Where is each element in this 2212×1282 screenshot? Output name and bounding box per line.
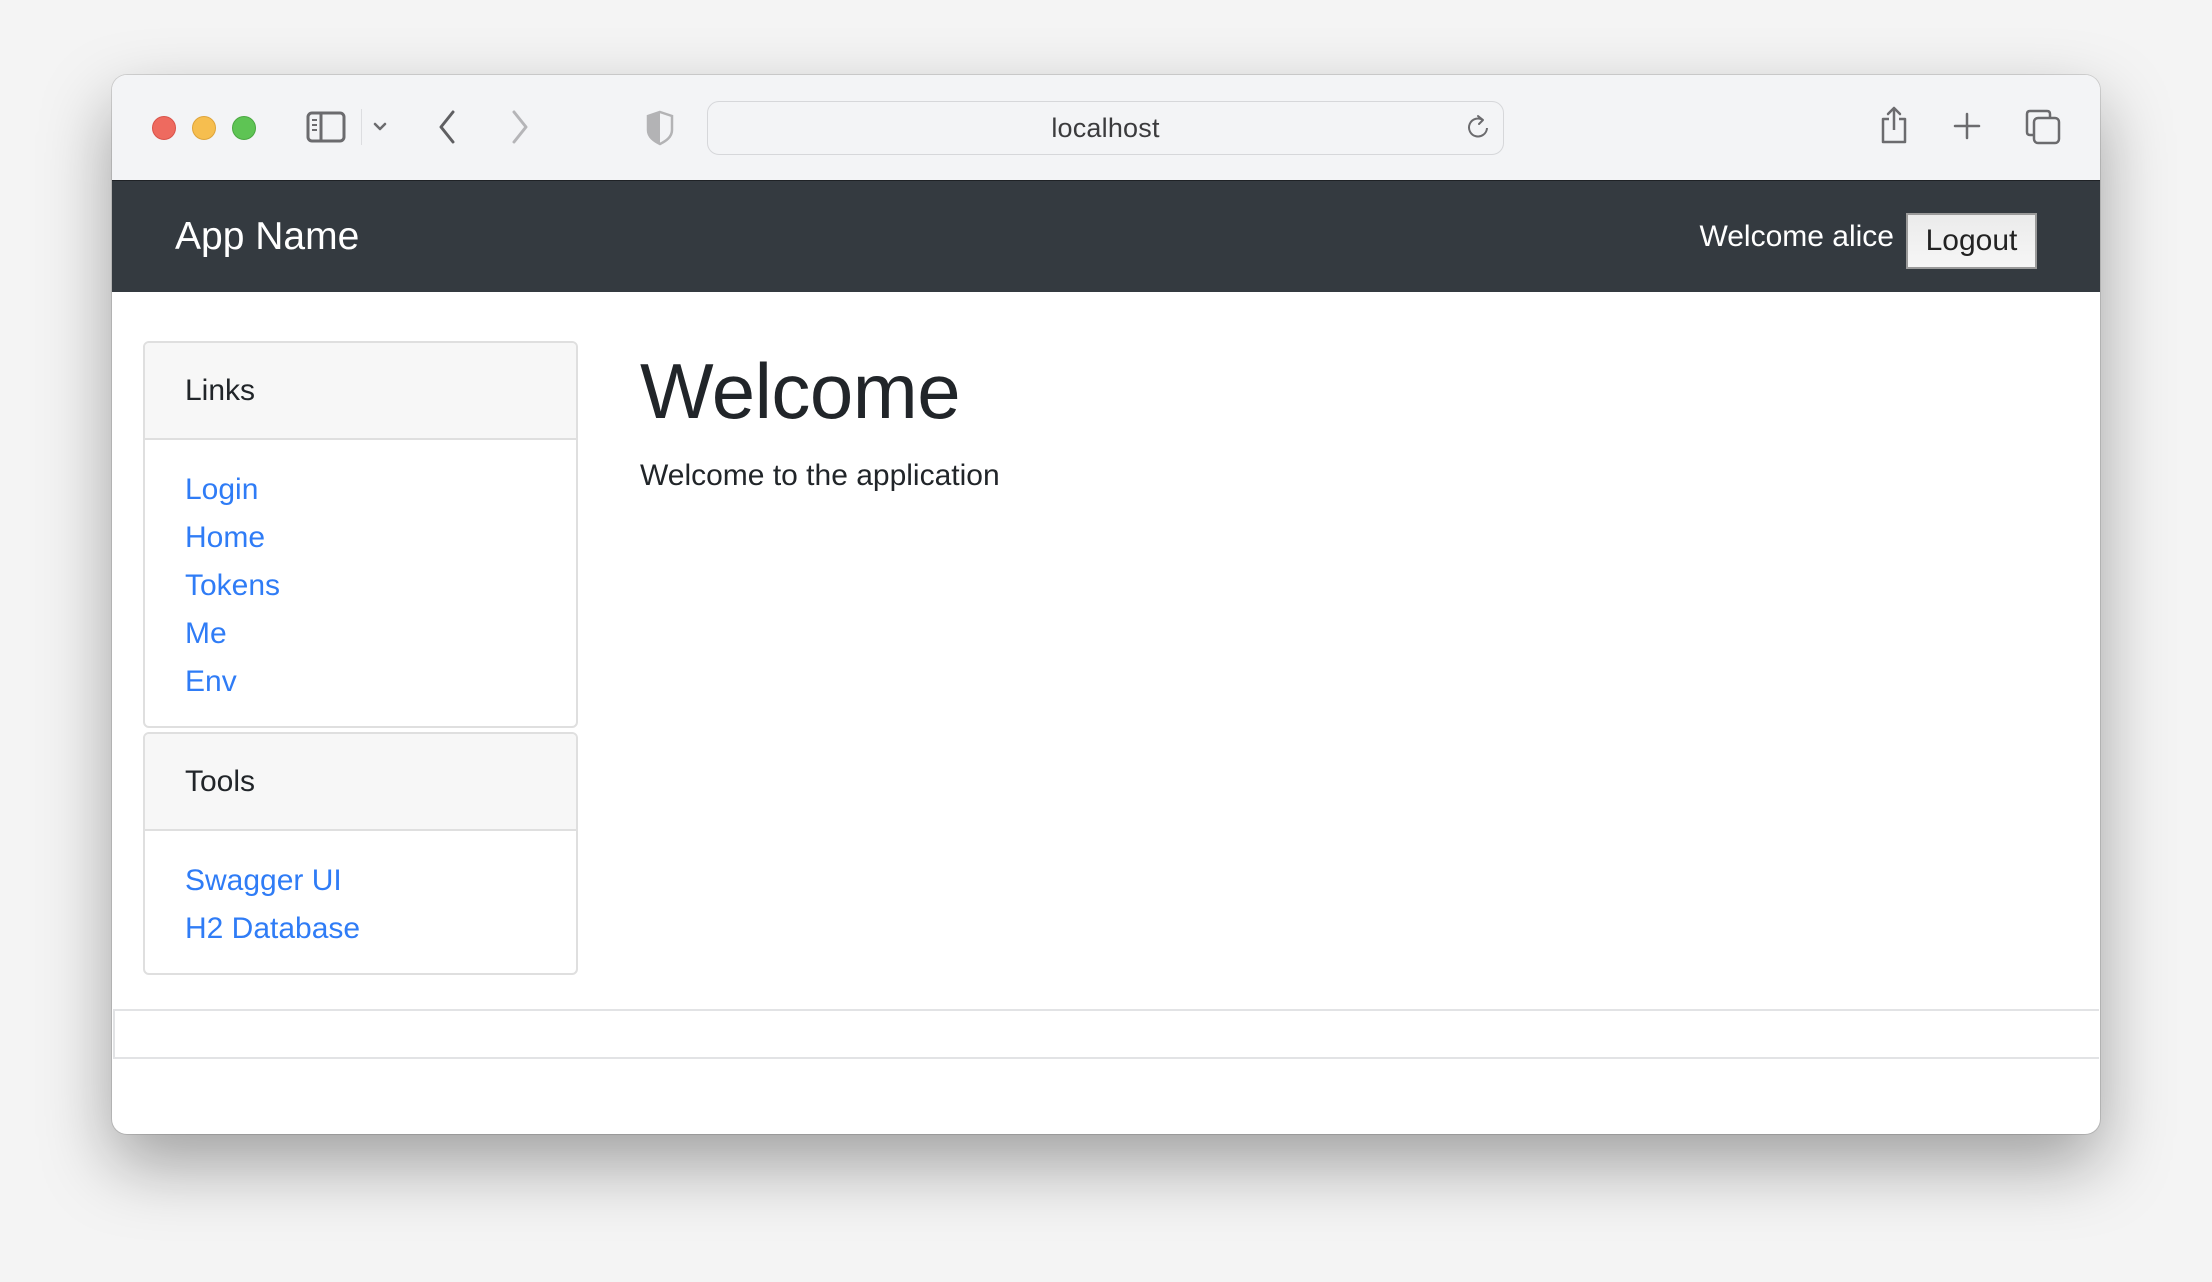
link-home[interactable]: Home bbox=[185, 514, 536, 562]
reload-icon[interactable] bbox=[1465, 114, 1491, 147]
tools-card-header: Tools bbox=[145, 734, 576, 831]
page-footer bbox=[113, 1009, 2099, 1059]
link-me[interactable]: Me bbox=[185, 610, 536, 658]
chevron-right-icon[interactable] bbox=[507, 107, 533, 147]
tools-card-body: Swagger UI H2 Database bbox=[145, 831, 576, 953]
share-icon[interactable] bbox=[1877, 103, 1911, 147]
app-navbar: App Name Welcome alice Logout bbox=[112, 181, 2100, 292]
links-card-header: Links bbox=[145, 343, 576, 440]
logout-button[interactable]: Logout bbox=[1906, 213, 2037, 269]
links-card-body: Login Home Tokens Me Env bbox=[145, 440, 576, 706]
url-text: localhost bbox=[1051, 112, 1160, 143]
plus-icon[interactable] bbox=[1952, 111, 1982, 141]
browser-toolbar: localhost bbox=[112, 75, 2100, 181]
welcome-user-text: Welcome alice bbox=[1699, 220, 1894, 253]
link-login[interactable]: Login bbox=[185, 466, 536, 514]
chevron-left-icon[interactable] bbox=[434, 107, 460, 147]
brand-link[interactable]: App Name bbox=[175, 217, 359, 256]
link-tokens[interactable]: Tokens bbox=[185, 562, 536, 610]
sidebar-toggle-icon[interactable] bbox=[306, 110, 346, 144]
link-swagger-ui[interactable]: Swagger UI bbox=[185, 857, 536, 905]
address-bar[interactable]: localhost bbox=[707, 101, 1504, 155]
page-description: Welcome to the application bbox=[640, 459, 1000, 492]
zoom-window-button[interactable] bbox=[232, 116, 256, 140]
link-env[interactable]: Env bbox=[185, 658, 536, 706]
close-window-button[interactable] bbox=[152, 116, 176, 140]
page-title: Welcome bbox=[640, 347, 961, 435]
link-h2-database[interactable]: H2 Database bbox=[185, 905, 536, 953]
links-card: Links Login Home Tokens Me Env bbox=[143, 341, 578, 728]
chevron-down-icon[interactable] bbox=[370, 119, 390, 135]
minimize-window-button[interactable] bbox=[192, 116, 216, 140]
tools-card: Tools Swagger UI H2 Database bbox=[143, 732, 578, 975]
toolbar-divider bbox=[361, 109, 362, 145]
browser-window: localhost App Name Welcome alice Logout … bbox=[112, 75, 2100, 1134]
shield-icon[interactable] bbox=[645, 109, 675, 147]
tabs-overview-icon[interactable] bbox=[2024, 107, 2062, 147]
